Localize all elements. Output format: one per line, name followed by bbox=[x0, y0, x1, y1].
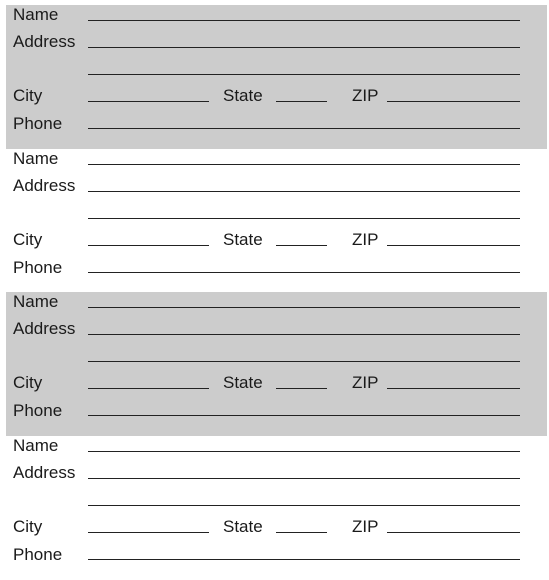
address-field-line-2[interactable] bbox=[88, 74, 520, 75]
name-label: Name bbox=[13, 149, 59, 168]
state-label: State bbox=[223, 373, 263, 392]
city-label: City bbox=[13, 86, 43, 105]
zip-label: ZIP bbox=[352, 373, 379, 392]
zip-label: ZIP bbox=[352, 230, 379, 249]
name-field[interactable] bbox=[88, 164, 520, 165]
phone-field[interactable] bbox=[88, 415, 520, 416]
state-field[interactable] bbox=[276, 532, 327, 533]
address-entry: Name Address City State ZIP Phone bbox=[6, 149, 547, 293]
address-field-line-2[interactable] bbox=[88, 505, 520, 506]
address-field-line-1[interactable] bbox=[88, 47, 520, 48]
city-field[interactable] bbox=[88, 388, 209, 389]
state-field[interactable] bbox=[276, 101, 327, 102]
city-field[interactable] bbox=[88, 101, 209, 102]
phone-label: Phone bbox=[13, 545, 63, 564]
name-label: Name bbox=[13, 292, 59, 311]
address-field-line-2[interactable] bbox=[88, 218, 520, 219]
zip-field[interactable] bbox=[387, 101, 520, 102]
address-field-line-1[interactable] bbox=[88, 191, 520, 192]
city-label: City bbox=[13, 373, 43, 392]
state-label: State bbox=[223, 86, 263, 105]
name-field[interactable] bbox=[88, 451, 520, 452]
city-label: City bbox=[13, 230, 43, 249]
name-field[interactable] bbox=[88, 20, 520, 21]
state-label: State bbox=[223, 517, 263, 536]
address-label: Address bbox=[13, 319, 76, 338]
name-label: Name bbox=[13, 436, 59, 455]
address-entry: Name Address City State ZIP Phone bbox=[6, 436, 547, 580]
address-field-line-1[interactable] bbox=[88, 334, 520, 335]
phone-field[interactable] bbox=[88, 559, 520, 560]
zip-label: ZIP bbox=[352, 517, 379, 536]
state-field[interactable] bbox=[276, 388, 327, 389]
address-field-line-2[interactable] bbox=[88, 361, 520, 362]
address-entry: Name Address City State ZIP Phone bbox=[6, 5, 547, 149]
zip-field[interactable] bbox=[387, 245, 520, 246]
phone-field[interactable] bbox=[88, 272, 520, 273]
city-label: City bbox=[13, 517, 43, 536]
zip-field[interactable] bbox=[387, 388, 520, 389]
address-label: Address bbox=[13, 463, 76, 482]
address-field-line-1[interactable] bbox=[88, 478, 520, 479]
zip-label: ZIP bbox=[352, 86, 379, 105]
zip-field[interactable] bbox=[387, 532, 520, 533]
phone-label: Phone bbox=[13, 401, 63, 420]
city-field[interactable] bbox=[88, 245, 209, 246]
address-label: Address bbox=[13, 176, 76, 195]
address-label: Address bbox=[13, 32, 76, 51]
phone-label: Phone bbox=[13, 258, 63, 277]
phone-label: Phone bbox=[13, 114, 63, 133]
address-entry: Name Address City State ZIP Phone bbox=[6, 292, 547, 436]
state-field[interactable] bbox=[276, 245, 327, 246]
state-label: State bbox=[223, 230, 263, 249]
name-label: Name bbox=[13, 5, 59, 24]
city-field[interactable] bbox=[88, 532, 209, 533]
name-field[interactable] bbox=[88, 307, 520, 308]
phone-field[interactable] bbox=[88, 128, 520, 129]
